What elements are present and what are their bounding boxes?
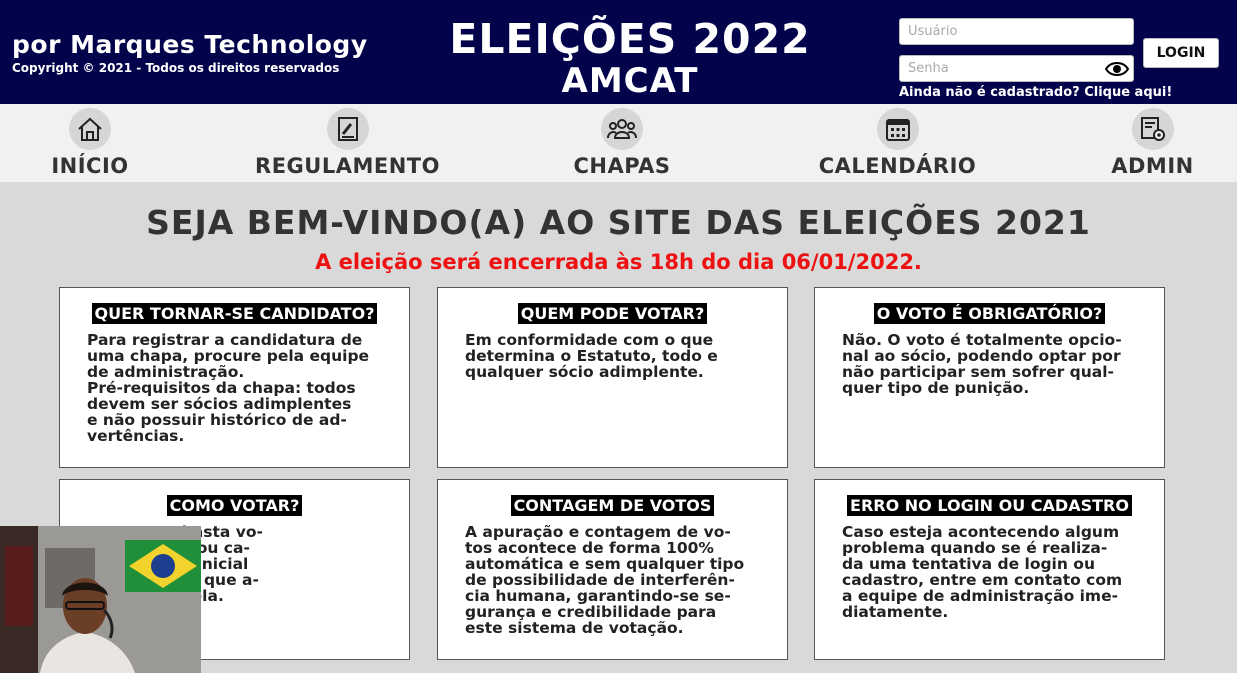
webcam-person-image [0,526,201,673]
deadline-notice: A eleição será encerrada às 18h do dia 0… [315,250,922,274]
webcam-overlay [0,526,201,673]
nav-item-admin[interactable]: ADMIN [1105,104,1200,182]
main-nav: INÍCIO REGULAMENTO CHAPAS CALENDÁRIO ADM… [0,104,1237,182]
card-body: Em conformidade com o que determina o Es… [465,331,718,381]
brand: por Marques Technology Copyright © 2021 … [12,30,368,75]
show-password-eye-icon[interactable] [1104,58,1130,80]
admin-settings-icon [1131,108,1174,150]
nav-item-regulamento[interactable]: REGULAMENTO [250,104,445,182]
gavel-icon [326,108,369,150]
copyright-text: Copyright © 2021 - Todos os direitos res… [12,61,340,75]
info-card-erro-login: ERRO NO LOGIN OU CADASTRO Caso esteja ac… [814,479,1165,660]
username-input[interactable] [899,18,1134,45]
title-line1: ELEIÇÕES 2022 [449,15,811,63]
card-title: O VOTO É OBRIGATÓRIO? [873,303,1106,324]
nav-label: CHAPAS [573,154,671,178]
title-line2: AMCAT [561,61,699,101]
home-icon [69,108,111,150]
nav-label: CALENDÁRIO [818,154,977,178]
nav-label: INÍCIO [51,154,129,178]
group-icon [601,108,643,150]
password-input[interactable] [899,55,1134,82]
card-title: ERRO NO LOGIN OU CADASTRO [847,495,1132,516]
site-header: por Marques Technology Copyright © 2021 … [0,0,1237,104]
calendar-icon [876,108,919,150]
card-title: QUER TORNAR-SE CANDIDATO? [91,303,378,324]
signup-link[interactable]: Ainda não é cadastrado? Clique aqui! [899,85,1172,100]
brand-title: por Marques Technology [12,30,368,59]
brazil-flag-image [125,540,201,592]
nav-item-calendario[interactable]: CALENDÁRIO [810,104,985,182]
nav-label: ADMIN [1111,154,1194,178]
info-card-obrigatorio: O VOTO É OBRIGATÓRIO? Não. O voto é tota… [814,287,1165,468]
card-title: CONTAGEM DE VOTOS [510,495,715,516]
info-card-quem-vota: QUEM PODE VOTAR? Em conformidade com o q… [437,287,788,468]
nav-label: REGULAMENTO [255,154,440,178]
card-body: Caso esteja acontecendo algum problema q… [842,523,1123,621]
card-body: Não. O voto é totalmente opcio- nal ao s… [842,331,1122,397]
nav-item-inicio[interactable]: INÍCIO [40,104,140,182]
page-title: ELEIÇÕES 2022 AMCAT [430,14,830,98]
nav-item-chapas[interactable]: CHAPAS [567,104,677,182]
card-body: Para registrar a candidatura de uma chap… [87,331,370,445]
card-title: COMO VOTAR? [166,495,303,516]
info-card-candidato: QUER TORNAR-SE CANDIDATO? Para registrar… [59,287,410,468]
card-body: A apuração e contagem de vo- tos acontec… [465,523,745,637]
card-title: QUEM PODE VOTAR? [517,303,708,324]
login-button[interactable]: LOGIN [1143,38,1219,68]
welcome-heading: SEJA BEM-VINDO(A) AO SITE DAS ELEIÇÕES 2… [146,203,1091,242]
info-card-contagem: CONTAGEM DE VOTOS A apuração e contagem … [437,479,788,660]
